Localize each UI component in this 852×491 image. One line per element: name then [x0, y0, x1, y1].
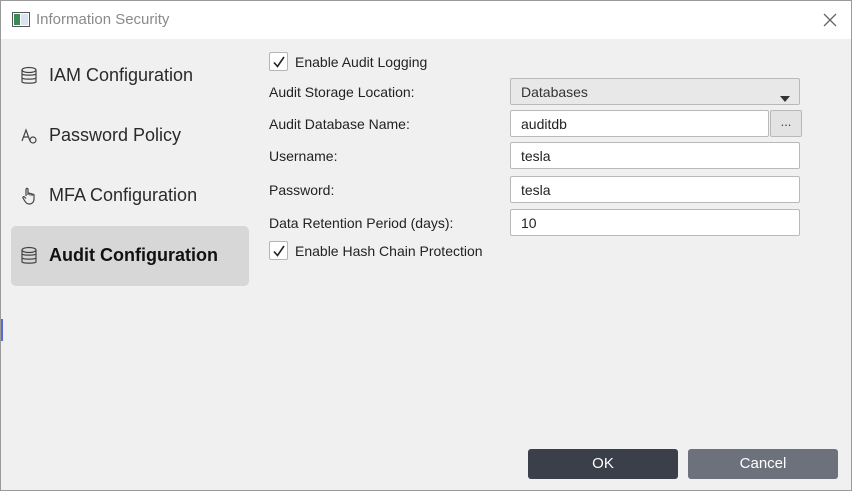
sidebar-item-label: Password Policy [49, 125, 182, 145]
sidebar-item-label: IAM Configuration [49, 65, 194, 85]
sidebar: IAM Configuration Password Policy MFA Co… [11, 46, 249, 286]
password-input[interactable]: tesla [510, 176, 800, 203]
checkmark-icon [273, 245, 285, 257]
title-bar: Information Security [1, 1, 851, 39]
sidebar-item-password-policy[interactable]: Password Policy [11, 106, 249, 166]
retention-value: 10 [521, 215, 537, 231]
edge-marker [1, 319, 3, 341]
window-title: Information Security [36, 11, 170, 28]
retention-label: Data Retention Period (days): [269, 215, 454, 231]
checkmark-icon [273, 56, 285, 68]
cancel-button[interactable]: Cancel [688, 449, 838, 479]
storage-location-value: Databases [521, 84, 588, 100]
database-icon [19, 66, 39, 86]
sidebar-item-mfa-configuration[interactable]: MFA Configuration [11, 166, 249, 226]
sidebar-item-label: Audit Configuration [49, 245, 218, 265]
dialog-window: Information Security IAM Configuration P… [0, 0, 852, 491]
ok-button[interactable]: OK [528, 449, 678, 479]
username-label: Username: [269, 148, 338, 164]
storage-location-select[interactable]: Databases [510, 78, 800, 105]
text-cursor-icon [19, 126, 39, 146]
checkbox-box[interactable] [269, 52, 288, 71]
hash-chain-label: Enable Hash Chain Protection [295, 243, 483, 259]
hand-pointer-icon [19, 186, 39, 206]
database-name-label: Audit Database Name: [269, 116, 410, 132]
username-value: tesla [521, 148, 551, 164]
retention-input[interactable]: 10 [510, 209, 800, 236]
username-input[interactable]: tesla [510, 142, 800, 169]
sidebar-item-label: MFA Configuration [49, 185, 198, 205]
password-label: Password: [269, 182, 335, 198]
database-name-input[interactable]: auditdb [510, 110, 769, 137]
browse-button[interactable]: ... [770, 110, 802, 137]
enable-audit-logging-label: Enable Audit Logging [295, 54, 428, 70]
checkbox-box[interactable] [269, 241, 288, 260]
sidebar-item-iam-configuration[interactable]: IAM Configuration [11, 46, 249, 106]
database-name-value: auditdb [521, 116, 567, 132]
app-window-icon [12, 12, 30, 27]
database-icon [19, 246, 39, 266]
close-icon[interactable] [821, 11, 839, 29]
sidebar-item-audit-configuration[interactable]: Audit Configuration [11, 226, 249, 286]
chevron-down-icon [780, 89, 790, 105]
storage-location-label: Audit Storage Location: [269, 84, 415, 100]
password-value: tesla [521, 182, 551, 198]
